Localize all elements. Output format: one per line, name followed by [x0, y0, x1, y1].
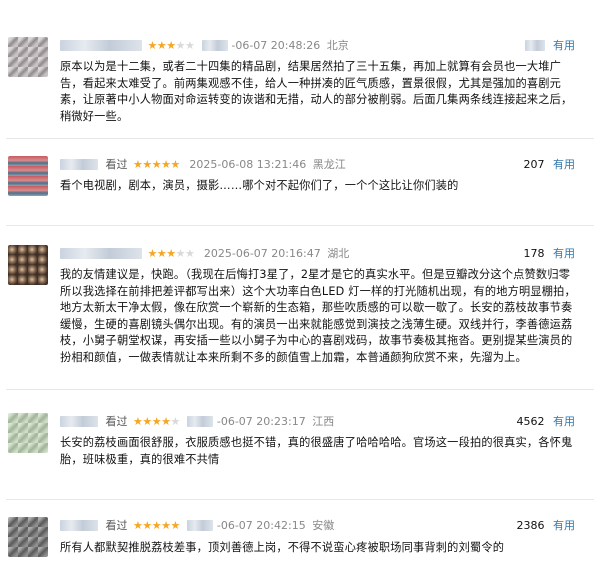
- useful-button[interactable]: 有用: [553, 414, 575, 430]
- review-location: 湖北: [327, 247, 350, 260]
- username-redacted[interactable]: [60, 40, 142, 51]
- star-filled-icon: ★: [151, 415, 162, 428]
- star-filled-icon: ★: [170, 519, 181, 532]
- watch-status: 看过: [105, 415, 128, 428]
- username-redacted[interactable]: [60, 159, 98, 170]
- star-empty-icon: ★: [170, 415, 181, 428]
- star-filled-icon: ★: [151, 158, 162, 171]
- vote-area: 178 有用: [524, 246, 576, 262]
- useful-count: 4562: [516, 415, 545, 428]
- star-empty-icon: ★: [175, 247, 186, 260]
- vote-area: 有用: [524, 38, 575, 54]
- star-filled-icon: ★: [166, 247, 176, 260]
- review-meta: 看过 ★★★★★ 2025-06-08 13:21:46 黑龙江: [60, 157, 346, 173]
- star-filled-icon: ★: [142, 519, 152, 532]
- vote-area: 207 有用: [524, 157, 576, 173]
- useful-count: 178: [523, 247, 545, 260]
- watch-status: 看过: [105, 158, 128, 171]
- vote-area: 2386 有用: [517, 518, 576, 534]
- review-meta: 看过 ★★★★★ -06-07 20:42:15 安徽: [60, 518, 334, 534]
- star-filled-icon: ★: [161, 519, 171, 532]
- watch-status: 看过: [105, 519, 128, 532]
- useful-button[interactable]: 有用: [553, 246, 575, 262]
- star-filled-icon: ★: [156, 247, 167, 260]
- avatar[interactable]: [8, 245, 48, 285]
- review-content: 我的友情建议是，快跑。（我现在后悔打3星了，2星才是它的真实水平。但是豆瓣改分这…: [60, 268, 576, 364]
- useful-button[interactable]: 有用: [553, 38, 575, 54]
- divider: [6, 138, 594, 139]
- useful-button[interactable]: 有用: [553, 157, 575, 173]
- star-empty-icon: ★: [185, 39, 195, 52]
- review-location: 安徽: [312, 519, 335, 532]
- star-filled-icon: ★: [133, 158, 143, 171]
- divider: [6, 225, 594, 226]
- star-filled-icon: ★: [161, 415, 171, 428]
- star-filled-icon: ★: [166, 39, 176, 52]
- star-empty-icon: ★: [185, 247, 195, 260]
- avatar[interactable]: [8, 156, 48, 196]
- review-time: 2025-06-08 13:21:46: [189, 158, 307, 171]
- star-filled-icon: ★: [147, 39, 158, 52]
- review-location: 北京: [326, 39, 349, 52]
- review-content: 长安的荔枝画面很舒服，衣服质感也挺不错，真的很盛唐了哈哈哈哈。官场这一段拍的很真…: [60, 436, 573, 466]
- rating-stars: ★★★★★: [133, 518, 180, 534]
- star-filled-icon: ★: [133, 519, 143, 532]
- review-location: 黑龙江: [312, 158, 346, 171]
- useful-count: 207: [523, 158, 545, 171]
- avatar[interactable]: [8, 413, 48, 453]
- star-filled-icon: ★: [133, 415, 143, 428]
- review-content: 看个电视剧，剧本，演员，摄影……哪个对不起你们了，一个个这比让你们装的: [60, 179, 459, 192]
- star-filled-icon: ★: [156, 39, 167, 52]
- star-filled-icon: ★: [142, 158, 152, 171]
- star-empty-icon: ★: [175, 39, 186, 52]
- useful-count: 2386: [516, 519, 545, 532]
- year-redacted: [187, 520, 214, 531]
- review-time: -06-07 20:42:15: [216, 519, 306, 532]
- rating-stars: ★★★★★: [133, 157, 180, 173]
- count-redacted: [524, 40, 545, 51]
- review-content: 所有人都默契推脱荔枝差事，顶刘善德上岗，不得不说蛮心疼被职场同事背刺的刘蜀令的: [60, 541, 505, 554]
- avatar[interactable]: [8, 517, 48, 557]
- year-redacted: [201, 40, 228, 51]
- review-time: 2025-06-07 20:16:47: [203, 247, 321, 260]
- rating-stars: ★★★★★: [148, 38, 195, 54]
- star-filled-icon: ★: [147, 247, 158, 260]
- star-filled-icon: ★: [151, 519, 162, 532]
- username-redacted[interactable]: [60, 520, 98, 531]
- divider: [6, 389, 594, 390]
- year-redacted: [187, 416, 214, 427]
- review-time: -06-07 20:48:26: [231, 39, 321, 52]
- rating-stars: ★★★★★: [148, 246, 195, 262]
- star-filled-icon: ★: [170, 158, 181, 171]
- username-redacted[interactable]: [60, 416, 98, 427]
- rating-stars: ★★★★★: [133, 414, 180, 430]
- useful-button[interactable]: 有用: [553, 518, 575, 534]
- vote-area: 4562 有用: [517, 414, 576, 430]
- divider: [6, 499, 594, 500]
- review-content: 原本以为是十二集，或者二十四集的精品剧，结果居然拍了三十五集，再加上就算有会员也…: [60, 60, 573, 123]
- username-redacted[interactable]: [60, 248, 142, 259]
- review-meta: 看过 ★★★★★ -06-07 20:23:17 江西: [60, 414, 334, 430]
- review-meta: ★★★★★ -06-07 20:48:26 北京: [60, 38, 349, 54]
- star-filled-icon: ★: [161, 158, 171, 171]
- review-meta: ★★★★★ 2025-06-07 20:16:47 湖北: [60, 246, 349, 262]
- review-time: -06-07 20:23:17: [216, 415, 306, 428]
- star-filled-icon: ★: [142, 415, 152, 428]
- review-location: 江西: [312, 415, 335, 428]
- avatar[interactable]: [8, 37, 48, 77]
